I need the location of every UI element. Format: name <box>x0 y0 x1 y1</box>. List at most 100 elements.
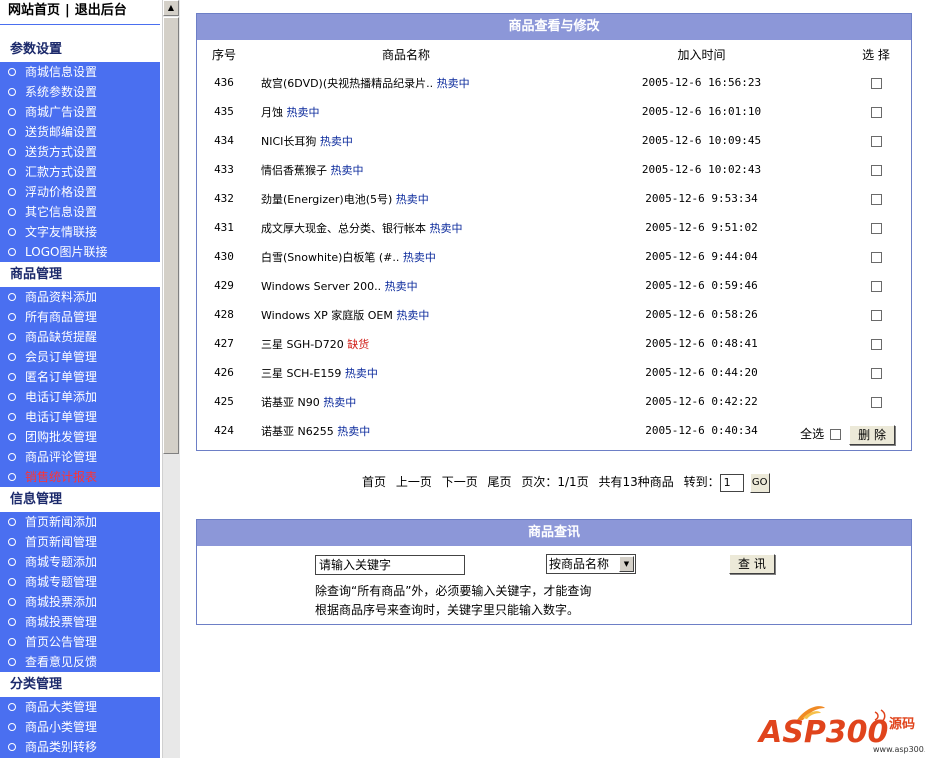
product-added-time: 2005-12-6 0:48:41 <box>645 337 758 350</box>
product-name[interactable]: Windows Server 200.. <box>261 280 381 293</box>
sidebar-menu-item[interactable]: 商城投票添加 <box>0 592 160 612</box>
frame-scrollbar[interactable]: ▲ <box>162 0 180 758</box>
sidebar-menu-item[interactable]: 电话订单添加 <box>0 387 160 407</box>
sidebar-menu-item[interactable]: 商城专题添加 <box>0 552 160 572</box>
sidebar-menu-item[interactable]: 会员订单管理 <box>0 347 160 367</box>
bullet-icon <box>8 227 16 236</box>
row-checkbox[interactable] <box>870 280 882 292</box>
sidebar-menu-item[interactable]: 浮动价格设置 <box>0 182 160 202</box>
product-id: 424 <box>214 424 234 437</box>
sidebar-menu-item-label: 商品类别转移 <box>25 740 98 754</box>
product-name[interactable]: Windows XP 家庭版 OEM <box>261 309 393 322</box>
sidebar-menu-item[interactable]: 商城广告设置 <box>0 102 160 122</box>
sidebar-menu-item[interactable]: 送货方式设置 <box>0 142 160 162</box>
sidebar-menu-item[interactable]: 送货邮编设置 <box>0 122 160 142</box>
row-checkbox[interactable] <box>870 135 882 147</box>
product-name[interactable]: 三星 SGH-D720 <box>261 338 344 351</box>
sidebar-menu-item[interactable]: 汇款方式设置 <box>0 162 160 182</box>
sidebar-menu-item-label: 商品资料添加 <box>25 290 98 304</box>
page-info: 页次：1/1页 <box>521 475 589 489</box>
product-name[interactable]: 成文厚大现金、总分类、银行帐本 <box>261 222 426 235</box>
search-panel-title: 商品查讯 <box>197 520 911 546</box>
row-checkbox[interactable] <box>870 77 882 89</box>
next-page-link[interactable]: 下一页 <box>442 475 478 489</box>
link-separator: | <box>65 3 70 18</box>
bullet-icon <box>8 537 16 546</box>
sidebar-menu-item[interactable]: 商城专题管理 <box>0 572 160 592</box>
search-type-select[interactable]: 按商品名称 ▼ <box>546 554 636 574</box>
bullet-icon <box>8 312 16 321</box>
product-name[interactable]: 白雪(Snowhite)白板笔 (#.. <box>261 251 399 264</box>
product-name-cell: 三星 SGH-D720 缺货 <box>251 329 562 358</box>
sidebar-menu-item[interactable]: 商品资料添加 <box>0 287 160 307</box>
product-name[interactable]: 情侣香蕉猴子 <box>261 164 327 177</box>
row-checkbox[interactable] <box>870 193 882 205</box>
product-status: 热卖中 <box>319 134 353 148</box>
row-checkbox[interactable] <box>870 164 882 176</box>
sidebar-menu-item[interactable]: 商品小类管理 <box>0 717 160 737</box>
sidebar-menu-item[interactable]: 团购批发管理 <box>0 427 160 447</box>
product-name[interactable]: 诺基亚 N6255 <box>261 425 334 438</box>
scrollbar-thumb[interactable] <box>163 17 179 454</box>
search-note: 除查询“所有商品”外，必须要输入关键字，才能查询 根据商品序号来查询时，关键字里… <box>315 582 591 620</box>
sidebar-menu-item[interactable]: 电话订单管理 <box>0 407 160 427</box>
row-checkbox[interactable] <box>870 309 882 321</box>
product-name[interactable]: 故宫(6DVD)(央视热播精品纪录片.. <box>261 77 433 90</box>
last-page-link[interactable]: 尾页 <box>488 475 512 489</box>
select-all-checkbox[interactable] <box>830 429 842 440</box>
product-status: 热卖中 <box>337 424 371 438</box>
home-link[interactable]: 网站首页 <box>8 3 60 18</box>
search-button[interactable]: 查 讯 <box>729 554 775 574</box>
sidebar-menu-item[interactable]: 其它信息设置 <box>0 202 160 222</box>
product-id: 435 <box>214 105 234 118</box>
sidebar-menu-item[interactable]: 商品评论管理 <box>0 447 160 467</box>
sidebar-menu-item[interactable]: 查看意见反馈 <box>0 652 160 672</box>
goto-page-input[interactable]: 1 <box>719 473 744 492</box>
scroll-up-arrow-icon[interactable]: ▲ <box>163 0 179 16</box>
row-checkbox[interactable] <box>870 222 882 234</box>
bullet-icon <box>8 67 16 76</box>
sidebar-menu-item[interactable]: 商品大类管理 <box>0 697 160 717</box>
search-type-value: 按商品名称 <box>549 557 610 571</box>
sidebar-menu-item[interactable]: 商城信息设置 <box>0 62 160 82</box>
table-header-row: 序号 商品名称 加入时间 选 择 <box>197 40 911 68</box>
product-name[interactable]: 诺基亚 N90 <box>261 396 320 409</box>
sidebar-menu-item-label: 商城投票添加 <box>25 595 98 609</box>
product-name[interactable]: NICI长耳狗 <box>261 135 316 148</box>
product-status: 热卖中 <box>436 76 470 90</box>
go-button[interactable]: GO <box>749 472 770 493</box>
sidebar-menu-item[interactable]: 首页新闻添加 <box>0 512 160 532</box>
sidebar-menu-item[interactable]: 所有商品管理 <box>0 307 160 327</box>
sidebar-menu-item[interactable]: 首页公告管理 <box>0 632 160 652</box>
sidebar-menu-item[interactable]: 商品缺货提醒 <box>0 327 160 347</box>
logo-text: ASP300 <box>757 715 888 750</box>
sidebar-menu-item[interactable]: 匿名订单管理 <box>0 367 160 387</box>
sidebar-section-title: 分类管理 <box>0 672 160 697</box>
product-name[interactable]: 月蚀 <box>261 106 283 119</box>
first-page-link[interactable]: 首页 <box>362 475 386 489</box>
row-checkbox[interactable] <box>870 338 882 350</box>
sidebar-menu-item[interactable]: 商城投票管理 <box>0 612 160 632</box>
bullet-icon <box>8 452 16 461</box>
sidebar-menu-item[interactable]: 商品类别转移 <box>0 737 160 757</box>
row-checkbox[interactable] <box>870 106 882 118</box>
sidebar-menu-item[interactable]: 系统参数设置 <box>0 82 160 102</box>
bullet-icon <box>8 247 16 256</box>
spacer <box>0 25 160 37</box>
sidebar-menu-item[interactable]: LOGO图片联接 <box>0 242 160 262</box>
sidebar-menu-item[interactable]: 首页新闻管理 <box>0 532 160 552</box>
dropdown-arrow-icon[interactable]: ▼ <box>619 556 634 572</box>
prev-page-link[interactable]: 上一页 <box>396 475 432 489</box>
row-checkbox[interactable] <box>870 396 882 408</box>
product-name[interactable]: 三星 SCH-E159 <box>261 367 341 380</box>
pagination: 首页 上一页 下一页 尾页 页次：1/1页 共有13种商品 转到： 1 GO <box>362 470 776 494</box>
search-input[interactable]: 请输入关键字 <box>315 555 465 575</box>
delete-button[interactable]: 删 除 <box>849 424 895 445</box>
product-name[interactable]: 劲量(Energizer)电池(5号) <box>261 193 392 206</box>
sidebar-menu-item[interactable]: 销售统计报表 <box>0 467 160 487</box>
sidebar-menu-item[interactable]: 文字友情联接 <box>0 222 160 242</box>
row-checkbox[interactable] <box>870 367 882 379</box>
select-all-row: 全选 删 除 <box>800 422 895 446</box>
row-checkbox[interactable] <box>870 251 882 263</box>
logout-link[interactable]: 退出后台 <box>75 3 127 18</box>
